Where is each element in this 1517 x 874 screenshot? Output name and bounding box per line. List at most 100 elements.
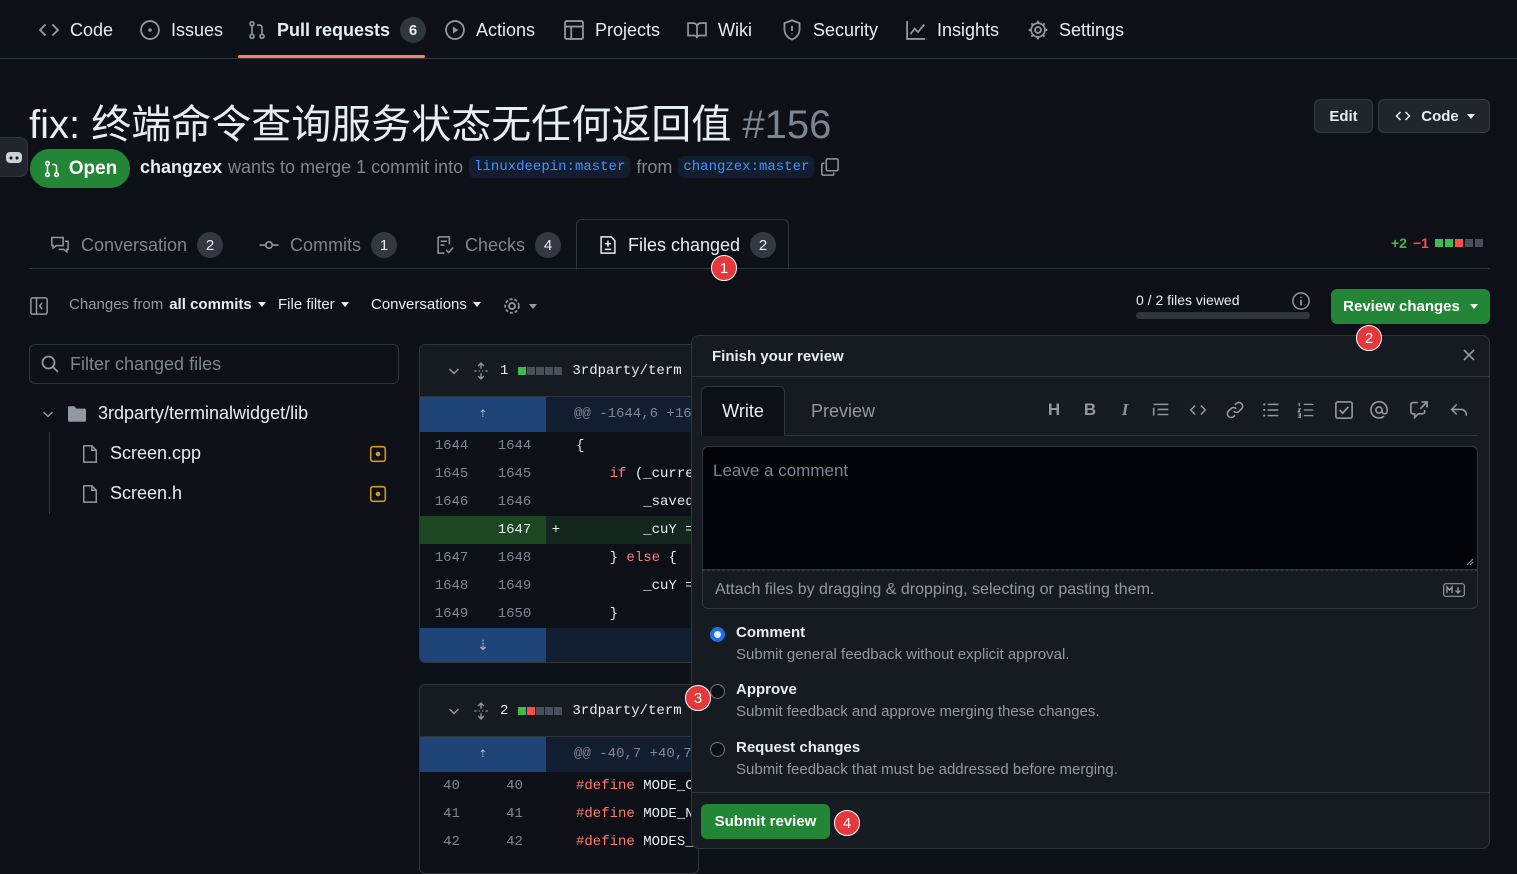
submit-review-button[interactable]: Submit review xyxy=(701,804,830,839)
tab-preview[interactable]: Preview xyxy=(811,386,875,436)
diff-row: 1645 1645 if (_curre xyxy=(420,460,698,488)
diff-sign xyxy=(546,544,566,572)
new-line-number[interactable]: 1645 xyxy=(483,460,546,488)
new-line-number[interactable]: 40 xyxy=(483,772,546,800)
new-line-number[interactable]: 41 xyxy=(483,800,546,828)
changes-from-dropdown[interactable]: Changes from all commits xyxy=(69,296,266,313)
tab-checks[interactable]: Checks 4 xyxy=(435,222,562,268)
pr-author[interactable]: changzex xyxy=(140,157,222,178)
new-line-number[interactable]: 1648 xyxy=(483,544,546,572)
cross-reference-icon[interactable] xyxy=(1408,399,1430,421)
files-viewed-label: 0 / 2 files viewed xyxy=(1136,292,1240,308)
file-tree-item[interactable]: Screen.h xyxy=(80,483,182,504)
diff-file-header: 1 3rdparty/term xyxy=(420,345,698,397)
nav-settings[interactable]: Settings xyxy=(1027,14,1124,46)
old-line-number[interactable]: 42 xyxy=(420,828,483,856)
diff-row: 41 41 #define MODE_N xyxy=(420,800,698,828)
radio-request-changes[interactable] xyxy=(710,742,725,757)
close-icon[interactable] xyxy=(1461,347,1477,363)
tab-write[interactable]: Write xyxy=(701,386,785,436)
copy-icon[interactable] xyxy=(820,157,840,177)
old-line-number[interactable]: 1646 xyxy=(420,488,483,516)
expand-up-icon[interactable]: ⇡ xyxy=(420,397,546,432)
diffstat-block xyxy=(1474,239,1483,247)
resize-handle-icon[interactable] xyxy=(1464,556,1474,566)
chevron-down-icon[interactable] xyxy=(446,703,462,719)
diff-row: 1646 1646 _saved xyxy=(420,488,698,516)
nav-wiki[interactable]: Wiki xyxy=(686,14,752,46)
italic-icon[interactable]: I xyxy=(1114,399,1136,421)
old-line-number[interactable]: 1648 xyxy=(420,572,483,600)
pr-title-text: fix: 终端命令查询服务状态无任何返回值 xyxy=(29,103,732,147)
diff-sign xyxy=(546,432,566,460)
new-line-number[interactable]: 1647 xyxy=(483,516,546,544)
new-line-number[interactable]: 1649 xyxy=(483,572,546,600)
tasklist-icon[interactable] xyxy=(1333,399,1355,421)
info-icon[interactable] xyxy=(1291,291,1311,311)
unfold-icon[interactable] xyxy=(472,701,490,720)
comment-textarea[interactable]: Leave a comment xyxy=(702,446,1478,570)
nav-insights[interactable]: Insights xyxy=(905,14,999,46)
attach-files-area[interactable]: Attach files by dragging & dropping, sel… xyxy=(702,570,1478,609)
edit-button[interactable]: Edit xyxy=(1314,99,1373,133)
tab-conversation[interactable]: Conversation 2 xyxy=(49,222,224,268)
ordered-list-icon[interactable] xyxy=(1295,399,1317,421)
chevron-down-icon[interactable] xyxy=(446,363,462,379)
old-line-number[interactable]: 41 xyxy=(420,800,483,828)
expand-up-icon[interactable]: ⇡ xyxy=(420,737,546,772)
nav-actions[interactable]: Actions xyxy=(444,14,535,46)
table-icon xyxy=(563,19,585,41)
heading-icon[interactable]: H xyxy=(1043,399,1065,421)
nav-pull-requests[interactable]: Pull requests 6 xyxy=(247,14,427,46)
file-tree-item[interactable]: Screen.cpp xyxy=(80,443,201,464)
head-branch[interactable]: changzex:master xyxy=(678,156,815,178)
diff-file-1: 1 3rdparty/term ⇡ @@ -1644,6 +164 1644 16… xyxy=(419,344,699,663)
file-filter-dropdown[interactable]: File filter xyxy=(278,296,349,313)
new-line-number[interactable]: 1644 xyxy=(483,432,546,460)
radio-approve[interactable] xyxy=(710,684,725,699)
nav-code[interactable]: Code xyxy=(38,14,113,46)
unordered-list-icon[interactable] xyxy=(1260,399,1282,421)
diff-row-added: 1647 + _cuY = xyxy=(420,516,698,544)
chevron-down-icon xyxy=(40,406,56,422)
radio-comment[interactable] xyxy=(710,627,725,642)
nav-issues[interactable]: Issues xyxy=(139,14,223,46)
tab-commits[interactable]: Commits 1 xyxy=(258,222,397,268)
base-branch[interactable]: linuxdeepin:master xyxy=(469,156,631,178)
diff-file-path[interactable]: 3rdparty/term xyxy=(572,363,681,379)
code-icon[interactable] xyxy=(1187,399,1209,421)
old-line-number[interactable]: 1644 xyxy=(420,432,483,460)
nav-projects[interactable]: Projects xyxy=(563,14,660,46)
mention-icon[interactable] xyxy=(1368,399,1390,421)
diffstat-block xyxy=(1464,239,1473,247)
review-changes-button[interactable]: Review changes xyxy=(1331,289,1490,324)
quote-icon[interactable] xyxy=(1150,399,1172,421)
link-icon[interactable] xyxy=(1224,399,1246,421)
copilot-icon[interactable] xyxy=(0,137,28,177)
diff-settings-dropdown[interactable] xyxy=(501,295,537,317)
old-line-number[interactable]: 1645 xyxy=(420,460,483,488)
code-dropdown-button[interactable]: Code xyxy=(1378,99,1490,133)
conversations-dropdown[interactable]: Conversations xyxy=(371,296,481,313)
diff-rows: 1644 1644{1645 1645 if (_curre 1646 1646 _sa… xyxy=(420,432,698,628)
bold-icon[interactable]: B xyxy=(1079,399,1101,421)
new-line-number[interactable]: 1650 xyxy=(483,600,546,628)
file-icon xyxy=(80,444,100,464)
reply-icon[interactable] xyxy=(1448,399,1470,421)
diff-file-header: 2 3rdparty/term xyxy=(420,685,698,737)
old-line-number[interactable]: 40 xyxy=(420,772,483,800)
old-line-number[interactable]: 1647 xyxy=(420,544,483,572)
step-marker: 2 xyxy=(1356,325,1382,351)
file-tree-folder[interactable]: 3rdparty/terminalwidget/lib xyxy=(40,403,308,424)
old-line-number[interactable] xyxy=(420,516,483,544)
new-line-number[interactable]: 1646 xyxy=(483,488,546,516)
expand-down-icon[interactable]: ⇣ xyxy=(420,628,546,662)
nav-security[interactable]: Security xyxy=(781,14,878,46)
tab-files-changed[interactable]: Files changed 2 xyxy=(598,222,777,268)
toggle-file-tree-button[interactable] xyxy=(29,296,49,316)
diff-file-path[interactable]: 3rdparty/term xyxy=(572,703,681,719)
new-line-number[interactable]: 42 xyxy=(483,828,546,856)
filter-changed-files-input[interactable]: Filter changed files xyxy=(29,344,399,384)
unfold-icon[interactable] xyxy=(472,361,490,380)
old-line-number[interactable]: 1649 xyxy=(420,600,483,628)
